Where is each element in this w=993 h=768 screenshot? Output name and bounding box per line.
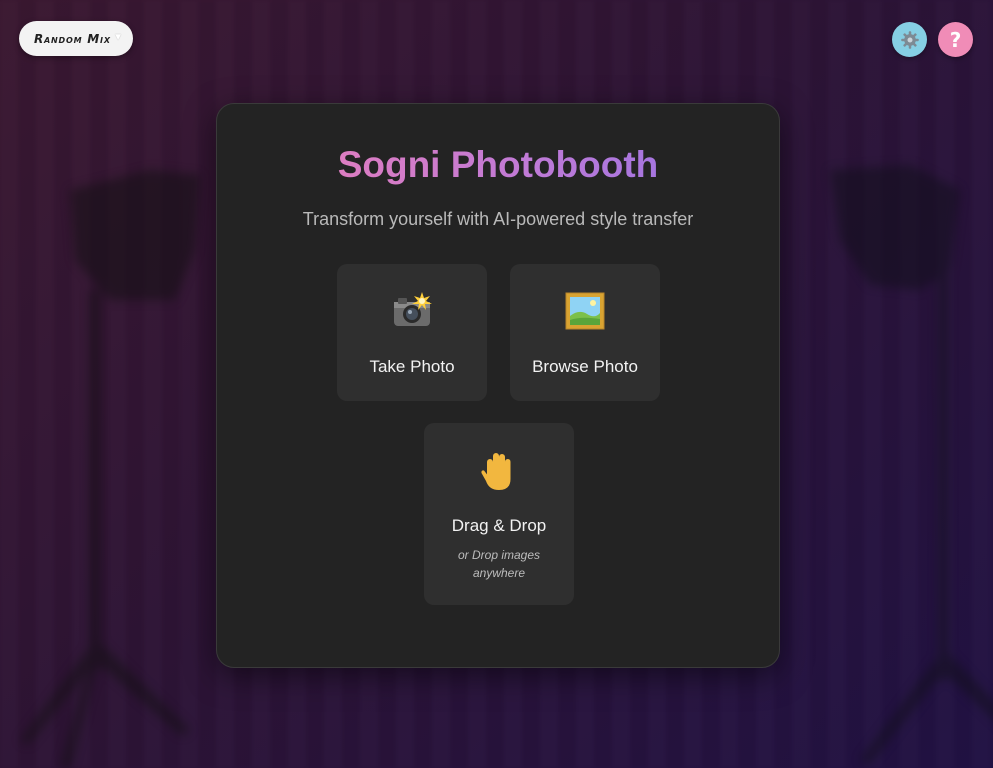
camera-flash-icon	[394, 292, 432, 326]
settings-button[interactable]	[892, 22, 927, 57]
drag-drop-hint: or Drop images anywhere	[457, 548, 541, 580]
framed-picture-icon	[565, 292, 605, 330]
help-button[interactable]: ?	[938, 22, 973, 57]
style-selector-dropdown[interactable]: Random Mix ▼	[19, 21, 133, 56]
studio-light-left-image	[20, 170, 200, 768]
browse-photo-button[interactable]: Browse Photo	[510, 264, 660, 401]
gear-icon	[900, 30, 919, 49]
photobooth-card: Sogni Photobooth Transform yourself with…	[216, 103, 780, 668]
drag-drop-zone[interactable]: Drag & Drop or Drop images anywhere	[424, 423, 574, 605]
chevron-down-icon: ▼	[113, 32, 123, 43]
studio-light-right-image	[830, 165, 993, 766]
page-subtitle: Transform yourself with AI-powered style…	[302, 209, 694, 229]
page-title: Sogni Photobooth	[217, 144, 779, 186]
drag-drop-label: Drag & Drop	[451, 516, 547, 535]
style-selector-value: Random Mix	[34, 31, 111, 46]
take-photo-label: Take Photo	[369, 357, 455, 376]
help-button-label: ?	[949, 27, 962, 52]
take-photo-button[interactable]: Take Photo	[337, 264, 487, 401]
browse-photo-label: Browse Photo	[532, 357, 638, 376]
raised-hand-icon	[481, 453, 511, 490]
